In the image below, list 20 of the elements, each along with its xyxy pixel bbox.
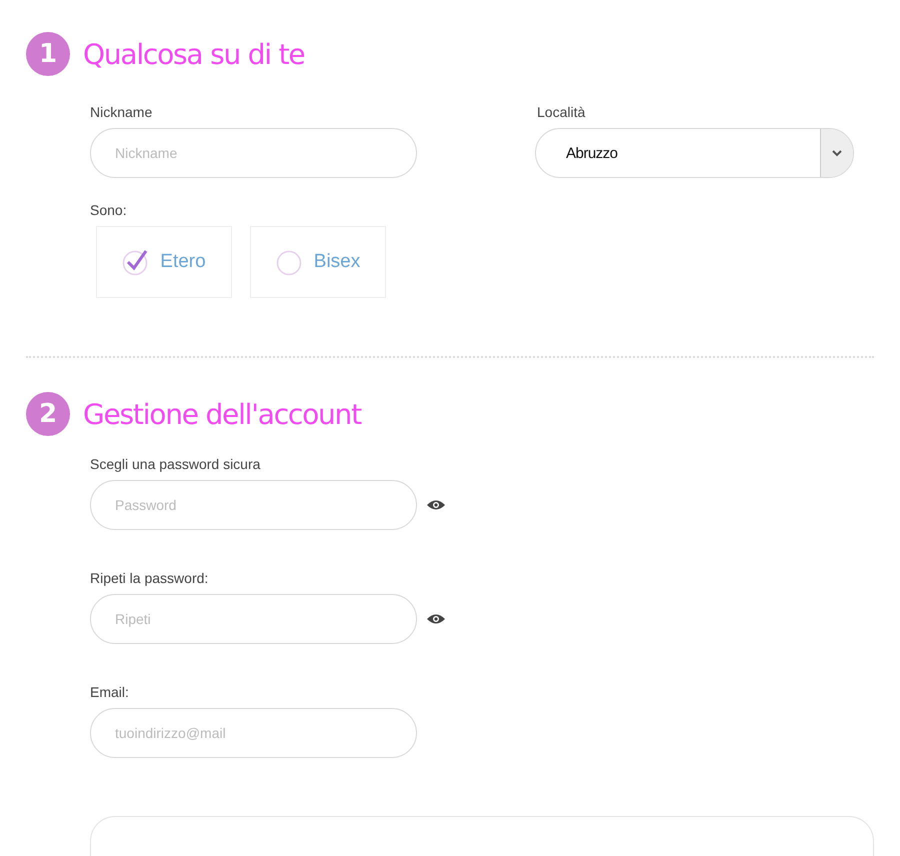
radio-option[interactable]: Bisex <box>250 226 386 298</box>
field-label: Ripeti la password: <box>90 570 210 586</box>
radio-option[interactable]: Etero <box>96 226 232 298</box>
location-select[interactable]: Abruzzo <box>535 128 854 178</box>
section-title: Qualcosa su di te <box>83 38 304 70</box>
chevron-icon <box>832 150 842 156</box>
step-number: 1 <box>26 32 70 76</box>
field-label: Sono: <box>90 202 128 218</box>
field-label: Email: <box>90 684 130 700</box>
eye-icon[interactable] <box>426 499 446 511</box>
field-label: Nickname <box>90 104 154 120</box>
section-title: Gestione dell'account <box>83 398 361 430</box>
nickname-field[interactable]: Nickname <box>90 128 417 178</box>
eye-icon[interactable] <box>426 613 446 625</box>
field-label: Località <box>537 104 586 120</box>
password-field[interactable]: Ripeti <box>90 594 417 644</box>
email-field[interactable]: tuoindirizzo@mail <box>90 708 417 758</box>
field-label: Scegli una password sicura <box>90 456 262 472</box>
step-number: 2 <box>26 392 70 436</box>
password-field[interactable]: Password <box>90 480 417 530</box>
